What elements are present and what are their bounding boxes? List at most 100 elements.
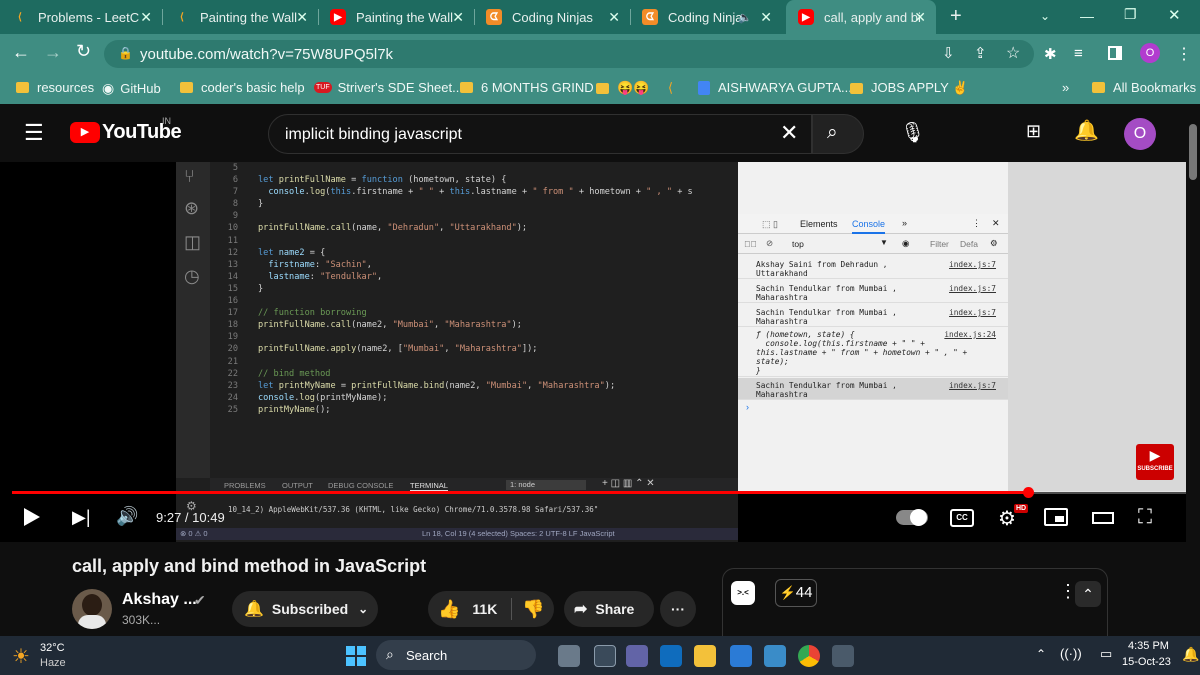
line-number: 5 xyxy=(232,163,238,173)
restore-icon[interactable]: ❐ xyxy=(1124,6,1137,23)
bookmark-coders-basic-help[interactable]: coder's basic help xyxy=(180,80,305,95)
wifi-icon[interactable]: ((·)) xyxy=(1060,646,1082,661)
tuf-icon: TUF xyxy=(314,82,332,93)
weather-temp[interactable]: 32°C xyxy=(40,642,65,654)
inspect-icon: ⬚ ▯ xyxy=(762,219,778,229)
all-bookmarks[interactable]: All Bookmarks xyxy=(1092,80,1196,95)
bookmark-label: GitHub xyxy=(120,81,161,96)
hamburger-icon[interactable]: ☰ xyxy=(24,120,44,146)
scrollbar-thumb[interactable] xyxy=(1189,124,1197,180)
channel-avatar[interactable] xyxy=(72,589,112,629)
reaction-count-label: 44 xyxy=(795,584,813,601)
tab-0[interactable]: ⟨ Problems - LeetC ✕ xyxy=(0,0,162,34)
clock-date[interactable]: 15-Oct-23 xyxy=(1122,656,1171,668)
fullscreen-icon[interactable]: ⛶ xyxy=(1138,506,1152,529)
like-count[interactable]: 11K xyxy=(472,601,497,617)
tab-3[interactable]: ᗧ Coding Ninjas ✕ xyxy=(474,0,630,34)
mail-icon[interactable] xyxy=(660,645,682,667)
tray-chevron-icon[interactable]: ⌃ xyxy=(1036,647,1046,661)
menu-icon[interactable]: ⋮ xyxy=(1176,44,1192,64)
notepad-icon[interactable] xyxy=(730,645,752,667)
bookmark-6-months[interactable]: 6 MONTHS GRIND xyxy=(460,80,594,95)
store-icon[interactable] xyxy=(764,645,786,667)
minimize-icon[interactable]: — xyxy=(1080,8,1094,24)
tab-search-icon[interactable]: ⌄ xyxy=(1040,9,1050,23)
close-icon[interactable]: ✕ xyxy=(608,9,620,26)
bookmark-resources[interactable]: resources xyxy=(16,80,94,95)
teams-icon[interactable] xyxy=(626,645,648,667)
task-view-icon[interactable] xyxy=(594,645,616,667)
channel-name[interactable]: Akshay ... xyxy=(122,591,197,609)
address-bar[interactable]: 🔒 youtube.com/watch?v=75W8UPQ5l7k ⇩ ⇪ ☆ xyxy=(104,40,1034,68)
miniplayer-icon[interactable] xyxy=(1044,508,1068,526)
start-icon[interactable] xyxy=(346,646,366,666)
share-button[interactable]: ➦ Share xyxy=(564,591,654,627)
theater-mode-icon[interactable] xyxy=(1092,512,1114,524)
speaker-icon[interactable]: 🔈 xyxy=(738,11,752,24)
window-close-icon[interactable]: ✕ xyxy=(1168,6,1181,24)
bookmark-github[interactable]: ◉ GitHub xyxy=(102,80,161,97)
bookmark-leetcode-shortcut[interactable]: ⟨ xyxy=(668,80,673,96)
close-icon[interactable]: ✕ xyxy=(760,9,772,26)
new-tab-button[interactable]: + xyxy=(950,5,962,28)
chrome-icon[interactable] xyxy=(798,645,820,667)
bookmarks-overflow[interactable]: » xyxy=(1062,80,1069,95)
account-avatar[interactable]: O xyxy=(1124,118,1156,150)
captions-button[interactable]: CC xyxy=(950,509,974,527)
line-number: 19 xyxy=(227,332,238,343)
tab-4[interactable]: ᗧ Coding Ninja 🔈 ✕ xyxy=(630,0,782,34)
more-actions-button[interactable]: ··· xyxy=(660,591,696,627)
close-icon[interactable]: ✕ xyxy=(296,9,308,26)
dislike-icon[interactable]: 👎 xyxy=(522,599,544,620)
reaction-count[interactable]: ⚡44 xyxy=(775,579,817,607)
notification-icon[interactable]: 🔔 xyxy=(1182,646,1199,663)
close-icon[interactable]: ✕ xyxy=(914,9,926,26)
sidepanel-icon[interactable] xyxy=(1108,46,1122,60)
star-icon[interactable]: ☆ xyxy=(1006,43,1020,63)
share-icon[interactable]: ⇪ xyxy=(974,44,987,62)
page-scrollbar[interactable] xyxy=(1186,104,1200,636)
bell-icon[interactable]: 🔔 xyxy=(1074,118,1099,143)
back-icon[interactable]: ← xyxy=(12,42,30,63)
reload-icon[interactable]: ↻ xyxy=(76,41,91,62)
tab-1[interactable]: ⟨ Painting the Wall ✕ xyxy=(162,0,318,34)
autoplay-toggle[interactable] xyxy=(896,509,928,526)
play-icon[interactable] xyxy=(24,508,40,526)
search-input[interactable]: implicit binding javascript xyxy=(268,114,812,154)
debug-icon: ⊛ xyxy=(184,198,200,218)
clock-time[interactable]: 4:35 PM xyxy=(1128,640,1169,652)
install-icon[interactable]: ⇩ xyxy=(942,44,955,62)
forward-icon[interactable]: → xyxy=(44,42,62,63)
tab-2[interactable]: ▶ Painting the Wall ✕ xyxy=(318,0,474,34)
taskbar-search[interactable]: ⌕ Search xyxy=(376,640,536,670)
clear-search-icon[interactable]: ✕ xyxy=(780,120,798,146)
collapse-chevron-icon[interactable]: ⌃ xyxy=(1075,581,1101,607)
media-icon[interactable]: ≡ xyxy=(1074,45,1083,62)
tab-5-active[interactable]: ▶ call, apply and bi ✕ xyxy=(786,0,936,34)
close-icon[interactable]: ✕ xyxy=(140,9,152,26)
like-icon[interactable]: 👍 xyxy=(438,599,460,620)
battery-icon[interactable]: ▭ xyxy=(1100,646,1112,662)
close-icon[interactable]: ✕ xyxy=(452,9,464,26)
bookmark-jobs[interactable]: JOBS APPLY ✌ xyxy=(850,80,968,96)
bookmark-emoji[interactable]: 😝😝 xyxy=(596,80,649,96)
weather-icon[interactable]: ☀ xyxy=(12,644,30,669)
subscribe-watermark[interactable]: ▶ SUBSCRIBE xyxy=(1136,444,1174,480)
subscribed-button[interactable]: 🔔 Subscribed ⌄ xyxy=(232,591,378,627)
next-icon[interactable]: ▶| xyxy=(72,507,91,528)
site-info-icon[interactable]: 🔒 xyxy=(118,46,133,60)
mic-icon[interactable]: 🎙 xyxy=(900,120,925,145)
youtube-logo-icon[interactable]: ▶ xyxy=(70,122,100,143)
bookmark-striver[interactable]: TUF Striver's SDE Sheet... xyxy=(314,80,463,95)
taskbar-app-icon[interactable] xyxy=(832,645,854,667)
chat-icon[interactable]: >.< xyxy=(731,581,755,605)
volume-icon[interactable]: 🔊 xyxy=(116,506,138,527)
profile-avatar[interactable]: O xyxy=(1140,43,1160,63)
extensions-icon[interactable]: ✱ xyxy=(1044,45,1057,63)
search-button[interactable]: ⌕ xyxy=(812,114,864,154)
taskbar-app-game-icon[interactable] xyxy=(558,645,580,667)
bookmark-aishwarya[interactable]: AISHWARYA GUPTA... xyxy=(698,80,852,95)
console-filter: Filter xyxy=(930,239,949,249)
file-explorer-icon[interactable] xyxy=(694,645,716,667)
create-icon[interactable]: ⊞ xyxy=(1026,121,1041,142)
